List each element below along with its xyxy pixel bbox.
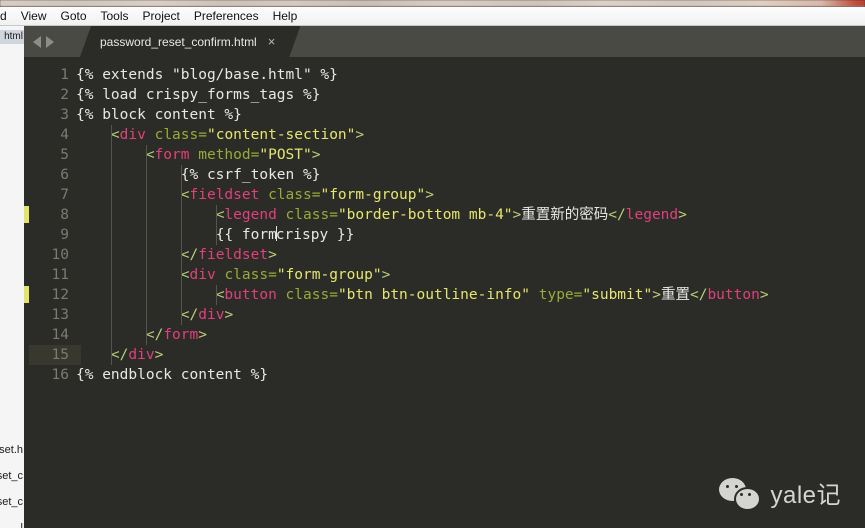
code-line[interactable]: <div class="content-section"> (76, 125, 865, 145)
code-content[interactable]: {% extends "blog/base.html" %} {% load cr… (76, 57, 865, 528)
tab-password-reset-confirm[interactable]: password_reset_confirm.html × (80, 26, 300, 57)
blurred-window-strip (0, 0, 865, 7)
line-number: 7 (60, 187, 69, 203)
code-line[interactable]: </div> (76, 305, 865, 325)
line-number: 8 (60, 207, 69, 223)
code-editor[interactable]: 1 2 3 4 5 6 7 8 9 10 11 12 13 14 15 16 {% extends "blog… (24, 57, 865, 528)
code-line[interactable]: </div> (76, 345, 865, 365)
indent-guide (180, 165, 182, 325)
indent-guide (110, 125, 112, 365)
line-number: 3 (60, 107, 69, 123)
background-file-item-2[interactable]: eset_c (0, 470, 23, 482)
line-number: 10 (51, 247, 69, 263)
line-number: 11 (51, 267, 69, 283)
wechat-logo-icon (719, 477, 762, 511)
background-panel-tab[interactable]: html (0, 30, 24, 44)
menu-item-find[interactable]: d (0, 7, 14, 25)
close-icon[interactable]: × (268, 35, 276, 48)
chevron-left-icon[interactable] (33, 36, 41, 48)
code-line[interactable]: <button class="btn btn-outline-info" typ… (76, 285, 865, 305)
chevron-right-icon[interactable] (46, 36, 54, 48)
line-number: 1 (60, 67, 69, 83)
menu-item-project[interactable]: Project (136, 7, 187, 25)
menu-item-view[interactable]: View (14, 7, 54, 25)
code-line[interactable]: {% endblock content %} (76, 365, 865, 385)
line-number: 13 (51, 307, 69, 323)
code-line[interactable]: </form> (76, 325, 865, 345)
background-file-panel: html eset.h eset_c eset_c l (0, 26, 25, 528)
menu-item-preferences[interactable]: Preferences (187, 7, 266, 25)
wechat-watermark: yale记 (719, 475, 841, 511)
line-number: 6 (60, 167, 69, 183)
code-line[interactable]: <fieldset class="form-group"> (76, 185, 865, 205)
tab-nav-arrows[interactable] (33, 35, 71, 49)
background-file-item-4[interactable]: l (21, 522, 23, 528)
line-number: 14 (51, 327, 69, 343)
line-number: 5 (60, 147, 69, 163)
menu-item-tools[interactable]: Tools (94, 7, 136, 25)
watermark-text: yale记 (770, 482, 841, 509)
code-line[interactable]: <div class="form-group"> (76, 265, 865, 285)
code-line[interactable]: {% csrf_token %} (76, 165, 865, 185)
sublime-text-window: password_reset_confirm.html × 1234567891… (24, 26, 865, 528)
code-line[interactable]: {{ formcrispy }} (76, 225, 865, 245)
line-number: 2 (60, 87, 69, 103)
indent-guide (145, 145, 147, 345)
line-number: 9 (60, 227, 69, 243)
background-file-item-1[interactable]: eset.h (0, 444, 23, 456)
line-number-gutter: 1 2 3 4 5 6 7 8 9 10 11 12 13 14 15 16 (29, 57, 81, 528)
code-line[interactable]: {% block content %} (76, 105, 865, 125)
indent-guide (215, 205, 217, 245)
menu-item-help[interactable]: Help (266, 7, 305, 25)
code-line[interactable]: {% load crispy_forms_tags %} (76, 85, 865, 105)
line-number: 12 (51, 287, 69, 303)
code-line[interactable]: <legend class="border-bottom mb-4">重置新的密… (76, 205, 865, 225)
indent-guide (215, 285, 217, 305)
code-line[interactable]: {% extends "blog/base.html" %} (76, 65, 865, 85)
line-number: 16 (51, 367, 69, 383)
code-line[interactable]: <form method="POST"> (76, 145, 865, 165)
tab-label: password_reset_confirm.html (100, 34, 257, 49)
window-body: html eset.h eset_c eset_c l password_res… (0, 26, 865, 528)
menu-bar: d View Goto Tools Project Preferences He… (0, 7, 865, 26)
background-file-item-3[interactable]: eset_c (0, 496, 23, 508)
line-number: 4 (60, 127, 69, 143)
code-line[interactable]: </fieldset> (76, 245, 865, 265)
menu-item-goto[interactable]: Goto (53, 7, 93, 25)
line-number: 15 (51, 347, 69, 363)
tab-bar: password_reset_confirm.html × (24, 26, 865, 57)
